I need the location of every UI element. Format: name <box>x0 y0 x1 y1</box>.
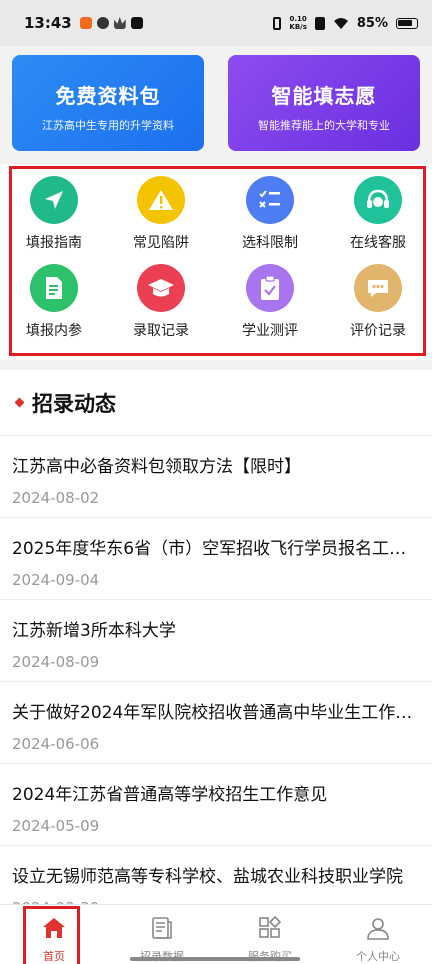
vibrate-icon <box>273 16 282 30</box>
feature-subject-limits[interactable]: 选科限制 <box>220 176 320 252</box>
tab-service-purchase[interactable]: 服务购买 <box>216 905 324 964</box>
news-header: 招录动态 <box>0 370 432 436</box>
feature-label: 填报指南 <box>26 235 82 251</box>
news-date: 2024-05-09 <box>12 817 100 835</box>
news-item[interactable]: 2025年度华东6省（市）空军招收飞行学员报名工作通知 2024-09-04 <box>0 518 432 600</box>
app-notification-icon <box>79 17 92 29</box>
banner-subtitle: 江苏高中生专用的升学资料 <box>42 119 174 132</box>
feature-label: 常见陷阱 <box>133 235 189 251</box>
news-title: 关于做好2024年军队院校招收普通高中毕业生工作的通知 <box>12 703 420 723</box>
news-item[interactable]: 2024年江苏省普通高等学校招生工作意见 2024-05-09 <box>0 764 432 846</box>
news-item[interactable]: 设立无锡师范高等专科学校、盐城农业科技职业学院 2024-03-30 <box>0 846 432 904</box>
news-date: 2024-08-02 <box>12 489 100 507</box>
news-title: 设立无锡师范高等专科学校、盐城农业科技职业学院 <box>12 867 403 887</box>
status-bar: 13:43 0.10 KB/s 85% <box>0 0 432 46</box>
tab-home[interactable]: 首页 <box>0 905 108 964</box>
news-item[interactable]: 江苏新增3所本科大学 2024-08-09 <box>0 600 432 682</box>
bottom-tab-bar: 首页 招录数据 服务购买 个人中心 <box>0 904 432 964</box>
news-item[interactable]: 江苏高中必备资料包领取方法【限时】 2024-08-02 <box>0 436 432 518</box>
feature-admission-records[interactable]: 录取记录 <box>111 264 211 340</box>
feature-insider-notes[interactable]: 填报内参 <box>4 264 104 340</box>
news-title: 江苏高中必备资料包领取方法【限时】 <box>12 457 301 477</box>
feature-guide[interactable]: 填报指南 <box>4 176 104 252</box>
diamond-icon <box>14 397 25 408</box>
navigation-arrow-icon <box>30 176 78 224</box>
headset-icon <box>354 176 402 224</box>
status-time: 13:43 <box>24 14 72 32</box>
free-materials-banner[interactable]: 免费资料包 江苏高中生专用的升学资料 <box>12 55 204 151</box>
battery-percent: 85% <box>356 15 388 31</box>
sim-icon <box>314 16 325 30</box>
feature-label: 录取记录 <box>133 323 189 339</box>
grid-service-icon <box>216 915 324 941</box>
feature-label: 在线客服 <box>350 235 406 251</box>
gesture-home-indicator[interactable] <box>130 957 300 961</box>
tab-label: 首页 <box>43 950 65 963</box>
warning-icon <box>137 176 185 224</box>
net-speed-unit: KB/s <box>289 23 307 31</box>
feature-label: 学业测评 <box>242 323 298 339</box>
net-speed-value: 0.10 <box>289 15 307 23</box>
news-section: 招录动态 江苏高中必备资料包领取方法【限时】 2024-08-02 2025年度… <box>0 370 432 904</box>
news-title: 2025年度华东6省（市）空军招收飞行学员报名工作通知 <box>12 539 420 559</box>
feature-label: 评价记录 <box>350 323 406 339</box>
news-title: 2024年江苏省普通高等学校招生工作意见 <box>12 785 328 805</box>
feature-review-records[interactable]: 评价记录 <box>328 264 428 340</box>
tab-admission-data[interactable]: 招录数据 <box>108 905 216 964</box>
chat-bubble-icon <box>354 264 402 312</box>
graduation-cap-icon <box>137 264 185 312</box>
banner-title: 免费资料包 <box>55 84 161 108</box>
clipboard-check-icon <box>246 264 294 312</box>
feature-academic-test[interactable]: 学业测评 <box>220 264 320 340</box>
user-icon <box>324 915 432 941</box>
feature-grid: 填报指南 常见陷阱 选科限制 在线客服 填报内参 录取记录 学业测评 评价记录 <box>0 164 432 360</box>
news-item[interactable]: 关于做好2024年军队院校招收普通高中毕业生工作的通知 2024-06-06 <box>0 682 432 764</box>
tab-profile[interactable]: 个人中心 <box>324 905 432 964</box>
news-heading: 招录动态 <box>32 391 116 416</box>
feature-label: 选科限制 <box>242 235 298 251</box>
feature-pitfalls[interactable]: 常见陷阱 <box>111 176 211 252</box>
document-icon <box>30 264 78 312</box>
news-date: 2024-09-04 <box>12 571 100 589</box>
home-icon <box>0 915 108 941</box>
wifi-icon <box>333 17 348 29</box>
tab-label: 服务购买 <box>216 948 324 964</box>
net-speed: 0.10 KB/s <box>289 15 306 31</box>
tab-label: 招录数据 <box>108 948 216 964</box>
battery-icon <box>396 17 418 29</box>
tiktok-icon <box>130 17 143 29</box>
app-notification-icon <box>96 17 109 29</box>
banner-subtitle: 智能推荐能上的大学和专业 <box>258 119 390 132</box>
banner-title: 智能填志愿 <box>271 84 377 108</box>
news-date: 2024-06-06 <box>12 735 100 753</box>
notification-icons <box>79 17 143 29</box>
banner-area: 免费资料包 江苏高中生专用的升学资料 智能填志愿 智能推荐能上的大学和专业 <box>0 46 432 164</box>
feature-label: 填报内参 <box>26 323 82 339</box>
news-title: 江苏新增3所本科大学 <box>12 621 176 641</box>
data-book-icon <box>108 915 216 941</box>
feature-online-service[interactable]: 在线客服 <box>328 176 428 252</box>
checklist-icon <box>246 176 294 224</box>
crown-icon <box>113 17 126 29</box>
news-date: 2024-08-09 <box>12 653 100 671</box>
tab-label: 个人中心 <box>356 950 400 963</box>
smart-application-banner[interactable]: 智能填志愿 智能推荐能上的大学和专业 <box>228 55 420 151</box>
